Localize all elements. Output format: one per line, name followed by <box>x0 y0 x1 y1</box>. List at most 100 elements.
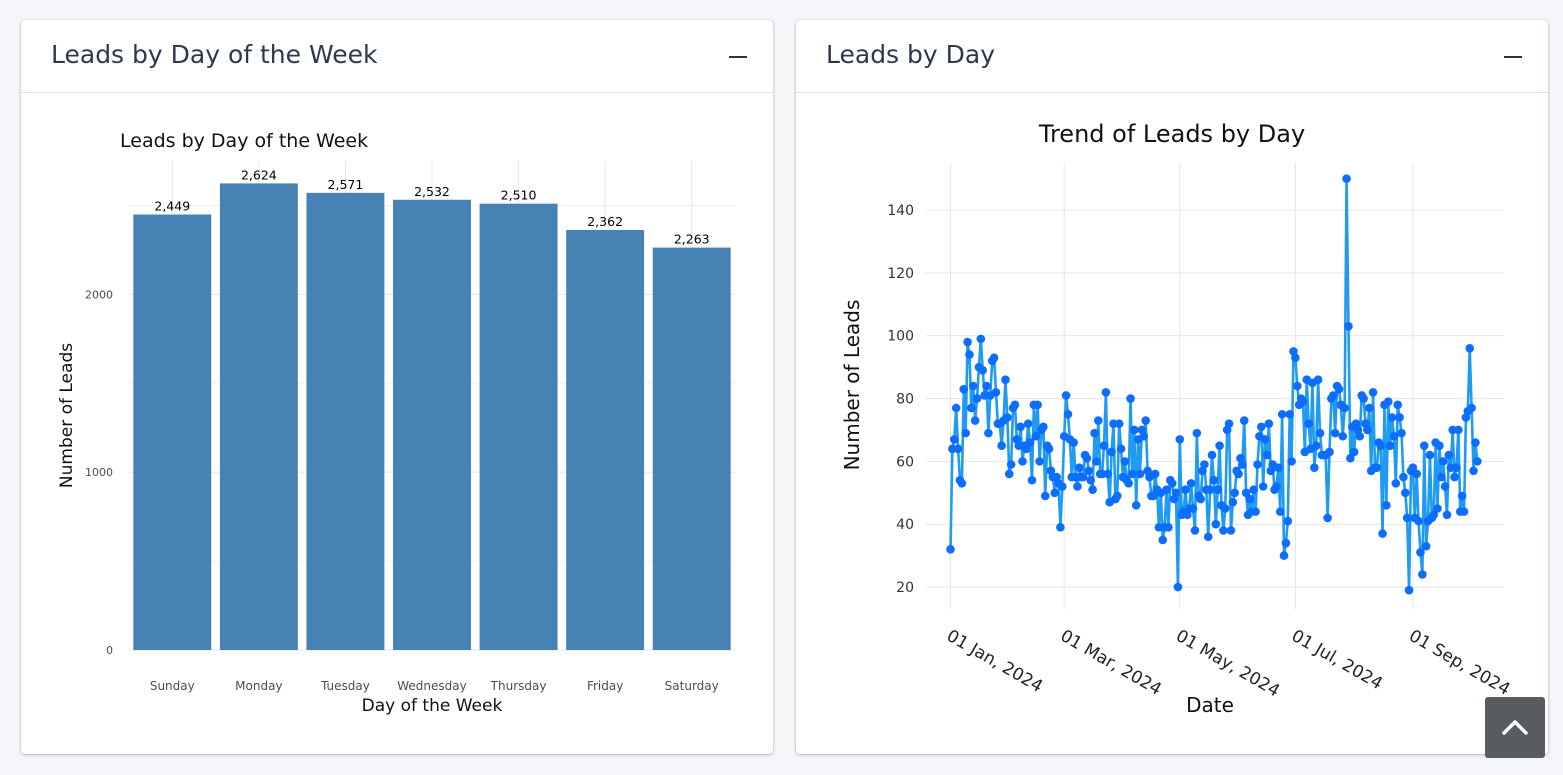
data-point <box>1404 585 1414 595</box>
data-point <box>1393 400 1403 410</box>
data-point <box>1003 413 1012 422</box>
data-point <box>1069 438 1078 447</box>
data-point <box>1433 504 1442 513</box>
bar-saturday <box>652 247 731 650</box>
bar-value-label: 2,263 <box>674 232 710 247</box>
collapse-minus-icon[interactable] <box>729 56 747 58</box>
data-point <box>1001 375 1010 385</box>
data-point <box>1150 469 1160 479</box>
data-point <box>1359 394 1368 403</box>
data-point <box>1344 322 1353 331</box>
data-point <box>1313 375 1323 385</box>
data-point <box>1471 438 1480 447</box>
data-point <box>1457 491 1467 501</box>
data-point <box>1050 488 1060 498</box>
data-point <box>1440 482 1450 491</box>
data-point <box>1395 413 1404 422</box>
data-point <box>984 428 993 438</box>
data-point <box>1304 419 1313 428</box>
y-tick-label: 40 <box>896 517 914 533</box>
data-point <box>1094 416 1103 425</box>
data-point <box>1469 466 1478 476</box>
line-chart: 20 40 60 80 100 120 140 01 Jan, 2024 01 Mar, 202… <box>840 120 1513 717</box>
x-tick-label: Tuesday <box>320 679 370 693</box>
data-point <box>1340 403 1349 413</box>
data-point <box>1188 504 1198 513</box>
data-point <box>1311 441 1321 450</box>
data-point <box>1442 510 1452 520</box>
data-point <box>968 381 978 391</box>
data-point <box>949 435 959 444</box>
data-point <box>1200 460 1209 469</box>
data-point <box>1467 403 1476 413</box>
data-point <box>1135 469 1145 479</box>
data-point <box>1376 441 1385 450</box>
data-point <box>1391 479 1401 488</box>
x-tick-label: Sunday <box>150 679 195 693</box>
data-point <box>1035 457 1044 466</box>
data-point <box>1114 419 1124 428</box>
leads-by-day-card: Leads by Day 20 40 60 80 100 120 140 01 Jan, 20… <box>796 20 1548 754</box>
data-point <box>953 444 963 454</box>
data-point <box>1010 400 1020 410</box>
data-point <box>1131 501 1141 510</box>
data-point <box>1141 416 1150 425</box>
data-point <box>1056 523 1065 532</box>
card-title: Leads by Day <box>826 40 996 69</box>
data-point <box>1027 475 1037 485</box>
data-point <box>1368 387 1378 397</box>
data-point <box>1465 344 1475 353</box>
collapse-minus-icon[interactable] <box>1504 56 1522 58</box>
data-point <box>946 545 955 554</box>
data-point <box>1107 447 1116 457</box>
data-point <box>1399 472 1408 482</box>
data-point <box>1355 431 1365 441</box>
x-tick-label: Friday <box>587 679 623 693</box>
data-point <box>1450 472 1459 482</box>
data-point <box>1251 507 1260 516</box>
data-point <box>1342 174 1351 184</box>
data-point <box>991 387 1001 397</box>
data-point <box>1272 482 1281 491</box>
data-point <box>1016 422 1025 432</box>
data-point <box>1173 582 1183 592</box>
data-point <box>1192 428 1202 438</box>
x-tick-label: Thursday <box>490 679 547 693</box>
card-header: Leads by Day of the Week <box>21 20 773 93</box>
bar-chart: 0 1000 2000 2,449 Sunday 2,624 Monday 2,571 Tues… <box>57 130 735 716</box>
data-point <box>1421 541 1431 551</box>
data-point <box>1099 441 1109 450</box>
y-tick-label: 140 <box>887 203 914 219</box>
data-point <box>1224 419 1234 428</box>
data-point <box>1084 466 1094 476</box>
back-to-top-button[interactable] <box>1485 697 1545 758</box>
chevron-up-icon <box>1502 720 1528 735</box>
y-tick-label: 120 <box>887 266 914 282</box>
data-point <box>1211 519 1221 529</box>
data-point <box>989 353 999 363</box>
data-point <box>1120 457 1130 466</box>
y-tick-label: 80 <box>896 392 914 408</box>
data-point <box>1203 532 1213 542</box>
data-point <box>1412 469 1421 479</box>
bar-value-label: 2,532 <box>414 184 450 199</box>
bar-friday <box>566 229 645 650</box>
data-point <box>1323 513 1332 523</box>
data-point <box>1325 447 1334 457</box>
data-point <box>1253 460 1262 469</box>
data-point <box>1385 441 1395 450</box>
card-body: 20 40 60 80 100 120 140 01 Jan, 2024 01 Mar, 202… <box>796 93 1548 753</box>
data-point <box>1275 507 1285 516</box>
data-point <box>959 384 969 394</box>
data-point <box>1088 485 1097 494</box>
data-point <box>1298 397 1308 407</box>
data-point <box>957 479 967 488</box>
data-point <box>1444 450 1454 460</box>
data-point <box>1364 403 1374 413</box>
data-point <box>1372 463 1382 472</box>
series-line <box>949 177 1479 592</box>
data-point <box>1334 384 1344 394</box>
data-point <box>1230 488 1240 498</box>
bar-value-label: 2,510 <box>501 188 537 203</box>
bar-value-label: 2,449 <box>154 199 190 214</box>
